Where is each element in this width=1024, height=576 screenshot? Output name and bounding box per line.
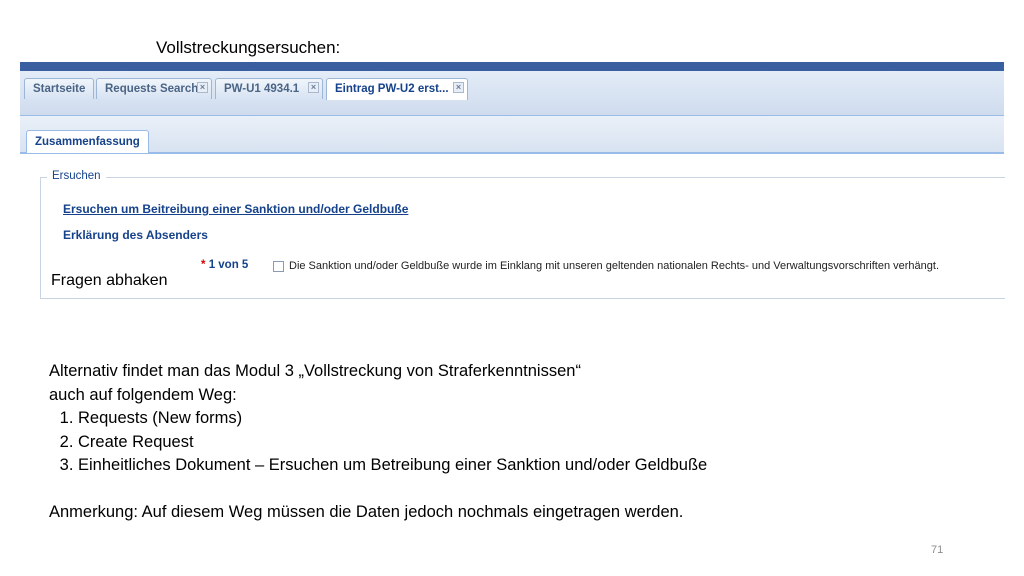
slide-title: Vollstreckungsersuchen: bbox=[156, 38, 341, 57]
sub-tab-bar: Zusammenfassung bbox=[20, 116, 1004, 154]
close-icon[interactable]: × bbox=[308, 82, 319, 93]
intro-line-1: Alternativ findet man das Modul 3 „Volls… bbox=[49, 362, 581, 380]
page-number: 71 bbox=[931, 544, 944, 556]
overlay-label: Fragen abhaken bbox=[51, 272, 168, 289]
tab-startseite[interactable]: Startseite bbox=[24, 78, 94, 99]
remark: Anmerkung: Auf diesem Weg müssen die Dat… bbox=[49, 502, 684, 521]
tab-label: Requests Search bbox=[105, 83, 199, 95]
ersuchen-link[interactable]: Ersuchen um Beitreibung einer Sanktion u… bbox=[63, 202, 408, 216]
tab-label: Eintrag PW-U2 erst... bbox=[335, 83, 449, 95]
tab-eintrag-pw-u2[interactable]: Eintrag PW-U2 erst... × bbox=[326, 78, 468, 100]
required-marker: * bbox=[201, 259, 206, 271]
close-icon[interactable]: × bbox=[197, 82, 208, 93]
close-icon[interactable]: × bbox=[453, 82, 464, 93]
tab-strip: Startseite Requests Search × PW-U1 4934.… bbox=[20, 71, 1004, 116]
section-heading: Erklärung des Absenders bbox=[63, 228, 208, 242]
intro-line-2: auch auf folgendem Weg: bbox=[49, 385, 237, 404]
list-item: Requests (New forms) bbox=[78, 407, 949, 431]
tab-label: Startseite bbox=[33, 83, 86, 95]
notes-block: Alternativ findet man das Modul 3 „Volls… bbox=[49, 360, 949, 524]
tab-pw-u1[interactable]: PW-U1 4934.1 × bbox=[215, 78, 323, 99]
app-top-bar bbox=[20, 62, 1004, 71]
ersuchen-fieldset: Ersuchen Ersuchen um Beitreibung einer S… bbox=[40, 170, 1005, 299]
declaration-checkbox[interactable] bbox=[273, 261, 284, 272]
fieldset-legend: Ersuchen bbox=[47, 170, 106, 182]
tab-requests-search[interactable]: Requests Search × bbox=[96, 78, 212, 99]
steps-list: Requests (New forms) Create Request Einh… bbox=[49, 407, 949, 478]
tab-label: PW-U1 4934.1 bbox=[224, 83, 300, 95]
list-item: Create Request bbox=[78, 431, 949, 455]
checkbox-label: Die Sanktion und/oder Geldbuße wurde im … bbox=[289, 260, 939, 272]
counter-text: 1 von 5 bbox=[208, 259, 249, 271]
app-screenshot: Startseite Requests Search × PW-U1 4934.… bbox=[20, 62, 1005, 312]
tab-zusammenfassung[interactable]: Zusammenfassung bbox=[26, 130, 149, 153]
list-item: Einheitliches Dokument – Ersuchen um Bet… bbox=[78, 454, 949, 478]
question-counter: * 1 von 5 bbox=[201, 259, 248, 271]
